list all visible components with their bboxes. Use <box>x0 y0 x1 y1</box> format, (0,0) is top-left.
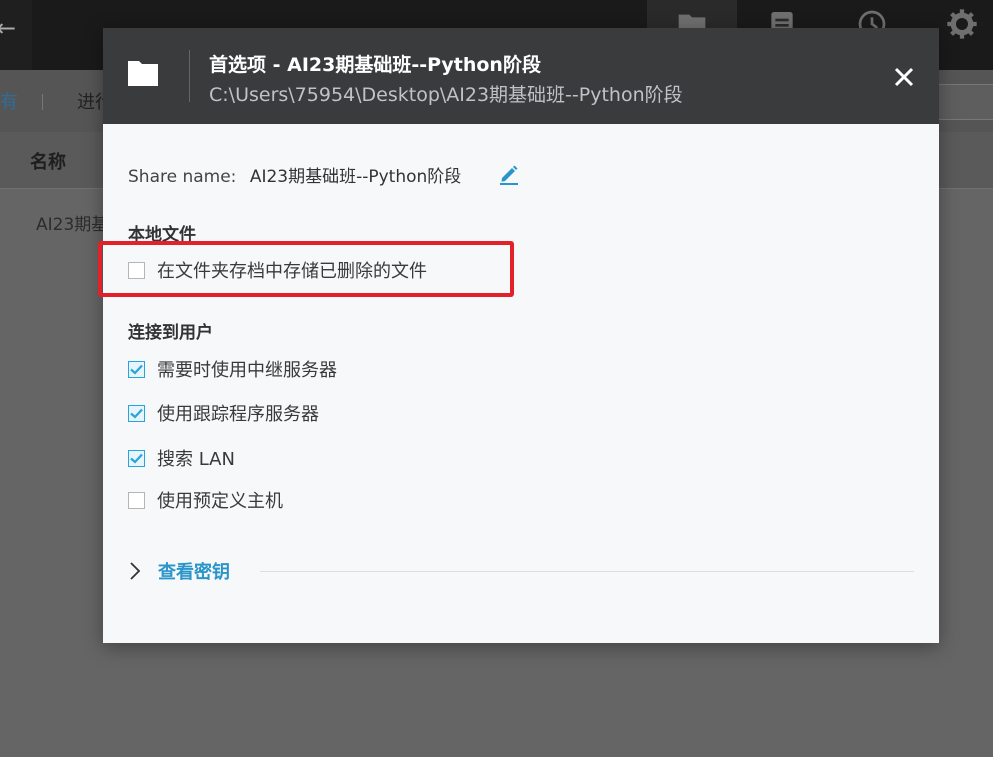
use-predefined-hosts-label: 使用预定义主机 <box>157 491 283 512</box>
share-name-label: Share name: <box>128 167 237 187</box>
local-files-title: 本地文件 <box>128 225 196 245</box>
store-deleted-files-checkbox[interactable] <box>128 261 145 279</box>
gear-icon[interactable] <box>946 8 978 40</box>
use-tracker-server-checkbox[interactable] <box>128 404 145 422</box>
search-lan-label: 搜索 LAN <box>157 449 235 470</box>
store-deleted-files-label: 在文件夹存档中存储已删除的文件 <box>157 261 427 282</box>
view-keys-label: 查看密钥 <box>158 562 230 583</box>
use-relay-server-label: 需要时使用中继服务器 <box>157 360 337 381</box>
search-lan-option[interactable]: 搜索 LAN <box>128 446 235 470</box>
share-name-value: AI23期基础班--Python阶段 <box>249 167 462 187</box>
edit-pencil-icon[interactable] <box>499 162 519 186</box>
header-divider <box>189 50 190 102</box>
back-arrow-icon[interactable]: ← <box>0 14 16 42</box>
chevron-right-icon <box>130 562 141 580</box>
close-icon[interactable] <box>891 64 917 90</box>
preferences-dialog: 首选项 - AI23期基础班--Python阶段 C:\Users\75954\… <box>98 28 939 643</box>
use-predefined-hosts-checkbox[interactable] <box>128 491 145 509</box>
search-lan-checkbox[interactable] <box>128 449 145 467</box>
use-tracker-server-label: 使用跟踪程序服务器 <box>157 404 319 425</box>
use-relay-server-checkbox[interactable] <box>128 360 145 378</box>
use-tracker-server-option[interactable]: 使用跟踪程序服务器 <box>128 401 319 425</box>
dialog-title: 首选项 - AI23期基础班--Python阶段 <box>209 54 541 76</box>
store-deleted-files-option[interactable]: 在文件夹存档中存储已删除的文件 <box>128 258 427 282</box>
view-keys-expander[interactable]: 查看密钥 <box>128 558 230 584</box>
checkmark-icon <box>130 453 143 464</box>
column-header-name[interactable]: 名称 <box>30 148 66 174</box>
checkmark-icon <box>130 408 143 419</box>
toolbar-tab-all[interactable]: 有 <box>0 88 18 114</box>
folder-path: C:\Users\75954\Desktop\AI23期基础班--Python阶… <box>209 84 683 106</box>
section-divider <box>260 571 914 572</box>
dialog-header: 首选项 - AI23期基础班--Python阶段 C:\Users\75954\… <box>103 28 939 124</box>
use-predefined-hosts-option[interactable]: 使用预定义主机 <box>128 488 283 512</box>
use-relay-server-option[interactable]: 需要时使用中继服务器 <box>128 357 337 381</box>
share-name-row: Share name: AI23期基础班--Python阶段 <box>128 162 461 187</box>
toolbar-divider <box>42 94 43 110</box>
connect-to-users-title: 连接到用户 <box>128 323 213 343</box>
folder-icon <box>128 61 158 86</box>
table-row[interactable]: AI23期基 <box>36 210 108 235</box>
checkmark-icon <box>130 364 143 375</box>
